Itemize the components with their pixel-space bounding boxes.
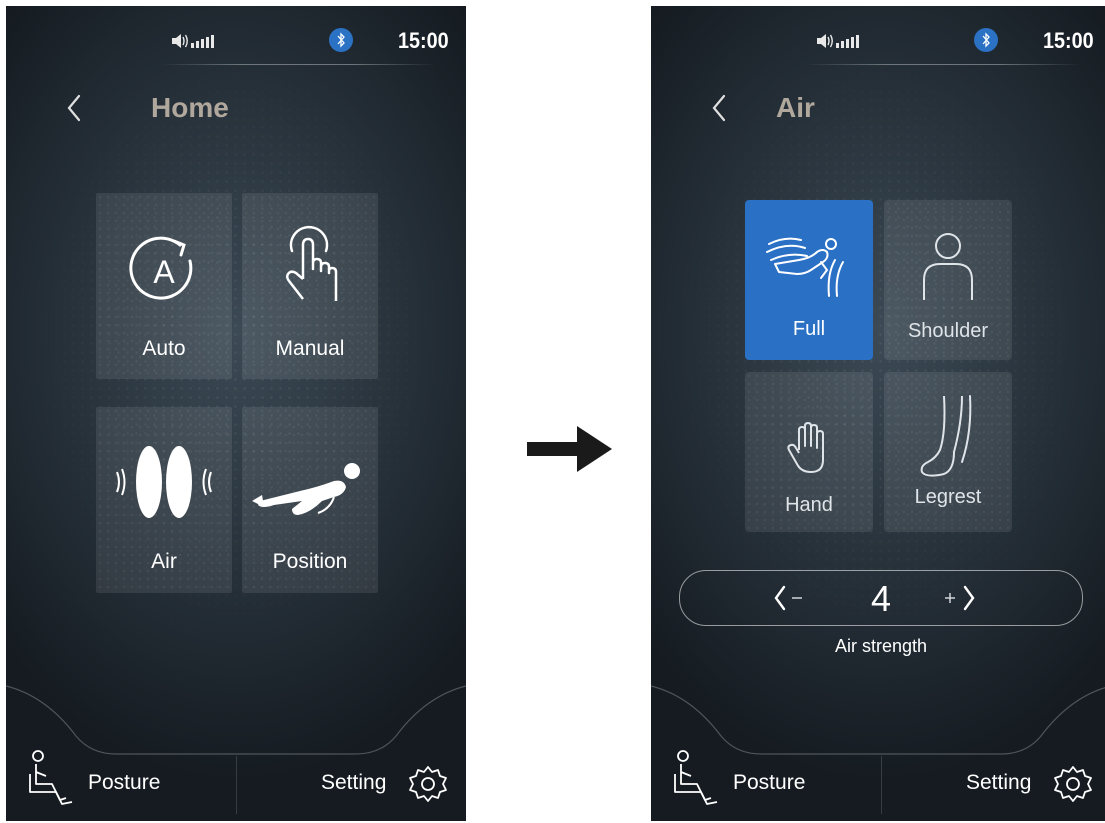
reclining-person-icon [252, 463, 360, 515]
posture-icon[interactable] [26, 748, 78, 806]
tile-label: Manual [275, 337, 345, 360]
auto-mode-button[interactable]: A Auto [96, 193, 232, 379]
status-bar: 15:00 [651, 6, 1105, 66]
tile-label: Full [792, 318, 826, 340]
increase-strength-button[interactable] [937, 583, 987, 613]
legrest-air-button[interactable]: Legrest [884, 372, 1012, 532]
status-divider [161, 64, 436, 65]
tile-label: Air [151, 550, 177, 573]
back-chevron-icon[interactable] [61, 88, 91, 128]
air-screen: 15:00 Air Full Shoulder Hand Legrest 4 A… [651, 6, 1105, 821]
arrow-right-icon [527, 426, 612, 472]
full-body-air-icon [766, 237, 844, 297]
auto-mode-icon: A [129, 236, 193, 300]
status-time: 15:00 [1043, 28, 1094, 53]
shoulder-icon [923, 233, 973, 300]
tile-label: Legrest [914, 486, 982, 508]
posture-icon[interactable] [671, 748, 723, 806]
tile-label: Shoulder [907, 320, 989, 342]
position-mode-button[interactable]: Position [242, 407, 378, 593]
air-strength-control: 4 [679, 570, 1083, 626]
setting-button[interactable]: Setting [966, 771, 1031, 795]
bottom-bar-divider [236, 756, 237, 814]
svg-text:A: A [153, 254, 175, 290]
status-time: 15:00 [398, 28, 449, 53]
bluetooth-icon [329, 28, 353, 52]
status-bar: 15:00 [6, 6, 466, 66]
hand-touch-icon [285, 225, 338, 301]
manual-mode-button[interactable]: Manual [242, 193, 378, 379]
posture-button[interactable]: Posture [88, 771, 160, 795]
setting-button[interactable]: Setting [321, 771, 386, 795]
status-divider [806, 64, 1081, 65]
page-title: Air [776, 92, 815, 123]
air-strength-label: Air strength [834, 636, 928, 656]
gear-icon[interactable] [1053, 764, 1093, 804]
page-title: Home [151, 92, 229, 123]
bottom-bar-divider [881, 756, 882, 814]
full-air-button[interactable]: Full [745, 200, 873, 360]
tile-label: Position [272, 550, 348, 573]
home-screen: 15:00 Home A Auto Manual Air Position Po… [6, 6, 466, 821]
gear-icon[interactable] [408, 764, 448, 804]
air-pressure-icon [116, 446, 212, 518]
volume-signal-icon [817, 34, 859, 48]
shoulder-air-button[interactable]: Shoulder [884, 200, 1012, 360]
leg-icon [920, 395, 972, 477]
volume-signal-icon [172, 34, 214, 48]
air-mode-button[interactable]: Air [96, 407, 232, 593]
hand-icon [787, 422, 824, 473]
posture-button[interactable]: Posture [733, 771, 805, 795]
tile-label: Auto [142, 337, 186, 360]
back-chevron-icon[interactable] [706, 88, 736, 128]
tile-label: Hand [785, 494, 833, 516]
hand-air-button[interactable]: Hand [745, 372, 873, 532]
bluetooth-icon [974, 28, 998, 52]
air-strength-value: 4 [870, 578, 892, 619]
